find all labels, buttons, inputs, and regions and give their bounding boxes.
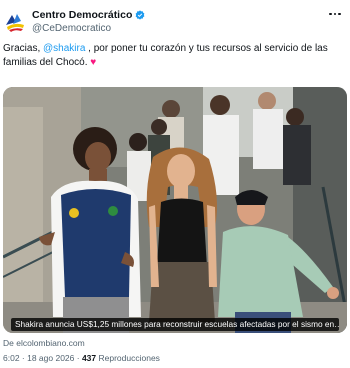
avatar[interactable] — [3, 10, 27, 34]
tweet-text-part1: Gracias, — [3, 43, 44, 54]
verified-badge-icon — [135, 10, 145, 20]
news-photo — [3, 87, 347, 333]
tweet-card: Centro Democrático @CeDemocratico Gracia… — [0, 0, 350, 368]
views-count: 437 — [81, 353, 97, 363]
link-source[interactable]: De elcolombiano.com — [3, 338, 85, 348]
meta-separator: · — [19, 353, 28, 363]
meta-separator: · — [74, 353, 82, 363]
party-logo-icon — [3, 10, 27, 34]
mention-link[interactable]: @shakira — [43, 43, 85, 54]
more-options-icon[interactable] — [328, 9, 342, 19]
tweet-date[interactable]: 18 ago 2026 — [27, 353, 74, 363]
author-name-text: Centro Democrático — [32, 9, 133, 21]
views-label: Reproducciones — [96, 353, 160, 363]
tweet-text: Gracias, @shakira , por poner tu corazón… — [3, 42, 341, 70]
tweet-meta: 6:02 · 18 ago 2026 · 437 Reproducciones — [3, 353, 160, 363]
author-handle[interactable]: @CeDemocratico — [32, 23, 111, 34]
author-name[interactable]: Centro Democrático — [32, 9, 145, 21]
heart-emoji-icon: ♥ — [90, 57, 97, 68]
link-card-image[interactable]: Shakira anuncia US$1,25 millones para re… — [3, 87, 347, 333]
tweet-time[interactable]: 6:02 — [3, 353, 20, 363]
link-card-caption: Shakira anuncia US$1,25 millones para re… — [11, 318, 339, 331]
